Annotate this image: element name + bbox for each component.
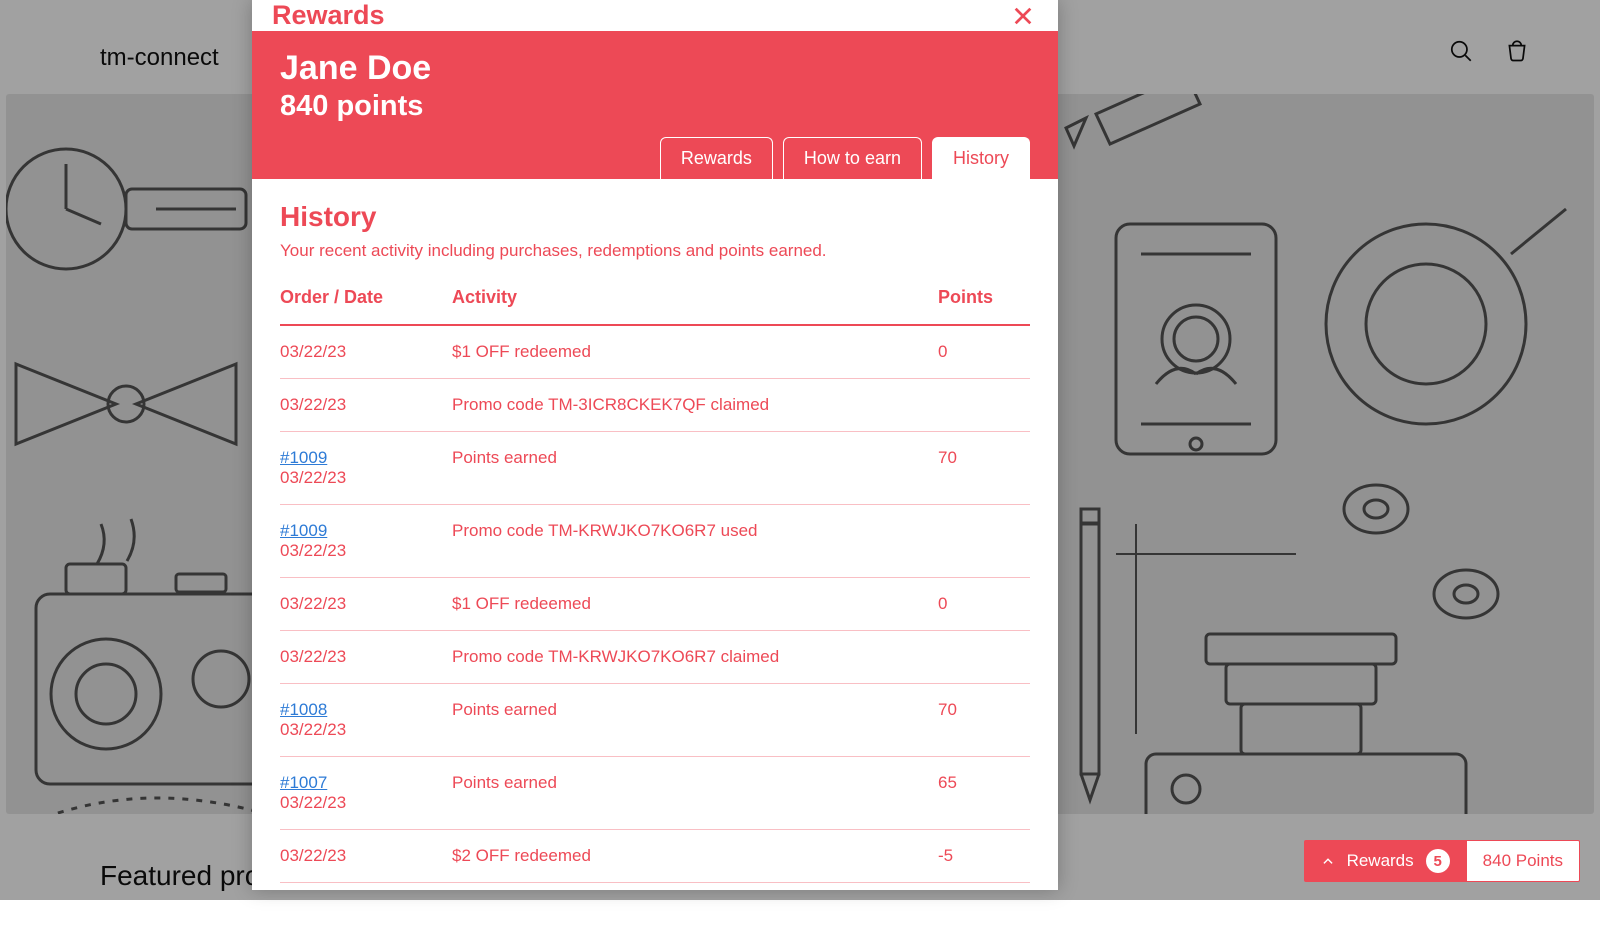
- table-row: #100803/22/23Points earned70: [280, 684, 1030, 757]
- cell-points: [938, 631, 1030, 684]
- cell-order-date: #100903/22/23: [280, 505, 452, 578]
- rewards-widget-toggle[interactable]: Rewards 5: [1304, 840, 1467, 882]
- cell-activity: Points earned: [452, 684, 938, 757]
- tab-rewards[interactable]: Rewards: [660, 137, 773, 179]
- rewards-widget-points[interactable]: 840 Points: [1467, 840, 1580, 882]
- cell-order-date: 03/22/23: [280, 631, 452, 684]
- table-row: #100703/22/23Points earned65: [280, 757, 1030, 830]
- tab-history[interactable]: History: [932, 137, 1030, 179]
- table-row: 03/22/23 $2 OFF redeemed-5: [280, 830, 1030, 883]
- cell-points: 70: [938, 432, 1030, 505]
- cell-activity: Points earned: [452, 432, 938, 505]
- table-row: 03/22/23 Promo code TM-3ICR8CKEK7QF claim…: [280, 379, 1030, 432]
- order-link[interactable]: #1007: [280, 773, 452, 793]
- cell-order-date: #100903/22/23: [280, 432, 452, 505]
- col-points: Points: [938, 287, 1030, 325]
- cell-order-date: 03/22/23: [280, 325, 452, 379]
- cell-date: 03/22/23: [280, 541, 346, 560]
- col-order: Order / Date: [280, 287, 452, 325]
- tab-howtoearn[interactable]: How to earn: [783, 137, 922, 179]
- order-link[interactable]: #1009: [280, 448, 452, 468]
- cell-date: 03/22/23: [280, 342, 346, 361]
- cell-activity: $1 OFF redeemed: [452, 578, 938, 631]
- modal-hero: Jane Doe 840 points Rewards How to earn …: [252, 31, 1058, 179]
- cell-order-date: 03/22/23: [280, 578, 452, 631]
- cell-activity: Promo code TM-3ICR8CKEK7QF claimed: [452, 379, 938, 432]
- cell-date: 03/22/23: [280, 720, 346, 739]
- history-panel: History Your recent activity including p…: [252, 179, 1058, 943]
- cell-points: 65: [938, 757, 1030, 830]
- cell-activity: Promo code TM-KRWJKO7KO6R7 used: [452, 505, 938, 578]
- table-row: #100903/22/23Promo code TM-KRWJKO7KO6R7 …: [280, 505, 1030, 578]
- history-table: Order / Date Activity Points 03/22/23 $1 …: [280, 287, 1030, 883]
- cell-activity: Promo code TM-KRWJKO7KO6R7 claimed: [452, 631, 938, 684]
- cell-date: 03/22/23: [280, 395, 346, 414]
- chevron-up-icon: [1321, 854, 1335, 868]
- table-row: 03/22/23 $1 OFF redeemed0: [280, 578, 1030, 631]
- rewards-widget-badge: 5: [1426, 849, 1450, 873]
- cell-points: 0: [938, 578, 1030, 631]
- cell-date: 03/22/23: [280, 647, 346, 666]
- cell-activity: $2 OFF redeemed: [452, 830, 938, 883]
- cell-order-date: 03/22/23: [280, 379, 452, 432]
- rewards-modal: Rewards Jane Doe 840 points Rewards How …: [252, 0, 1058, 890]
- cell-points: 70: [938, 684, 1030, 757]
- cell-activity: Points earned: [452, 757, 938, 830]
- cell-points: [938, 379, 1030, 432]
- cell-order-date: #100803/22/23: [280, 684, 452, 757]
- cell-points: [938, 505, 1030, 578]
- order-link[interactable]: #1008: [280, 700, 452, 720]
- cell-points: -5: [938, 830, 1030, 883]
- modal-scroll-area[interactable]: Jane Doe 840 points Rewards How to earn …: [252, 31, 1058, 943]
- order-link[interactable]: #1009: [280, 521, 452, 541]
- user-points: 840 points: [280, 90, 1030, 123]
- rewards-widget-label: Rewards: [1347, 851, 1414, 871]
- col-activity: Activity: [452, 287, 938, 325]
- modal-tabs: Rewards How to earn History: [280, 137, 1030, 179]
- cell-date: 03/22/23: [280, 468, 346, 487]
- user-name: Jane Doe: [280, 49, 1030, 88]
- cell-date: 03/22/23: [280, 594, 346, 613]
- cell-order-date: 03/22/23: [280, 830, 452, 883]
- cell-date: 03/22/23: [280, 846, 346, 865]
- modal-titlebar: Rewards: [252, 0, 1058, 31]
- cell-points: 0: [938, 325, 1030, 379]
- cell-date: 03/22/23: [280, 793, 346, 812]
- table-row: 03/22/23 Promo code TM-KRWJKO7KO6R7 claim…: [280, 631, 1030, 684]
- panel-subtext: Your recent activity including purchases…: [280, 241, 1030, 261]
- table-row: 03/22/23 $1 OFF redeemed0: [280, 325, 1030, 379]
- table-row: #100903/22/23Points earned70: [280, 432, 1030, 505]
- rewards-widget[interactable]: Rewards 5 840 Points: [1304, 840, 1580, 882]
- modal-title: Rewards: [272, 0, 385, 31]
- cell-order-date: #100703/22/23: [280, 757, 452, 830]
- panel-heading: History: [280, 201, 1030, 233]
- close-icon[interactable]: [1012, 5, 1034, 27]
- cell-activity: $1 OFF redeemed: [452, 325, 938, 379]
